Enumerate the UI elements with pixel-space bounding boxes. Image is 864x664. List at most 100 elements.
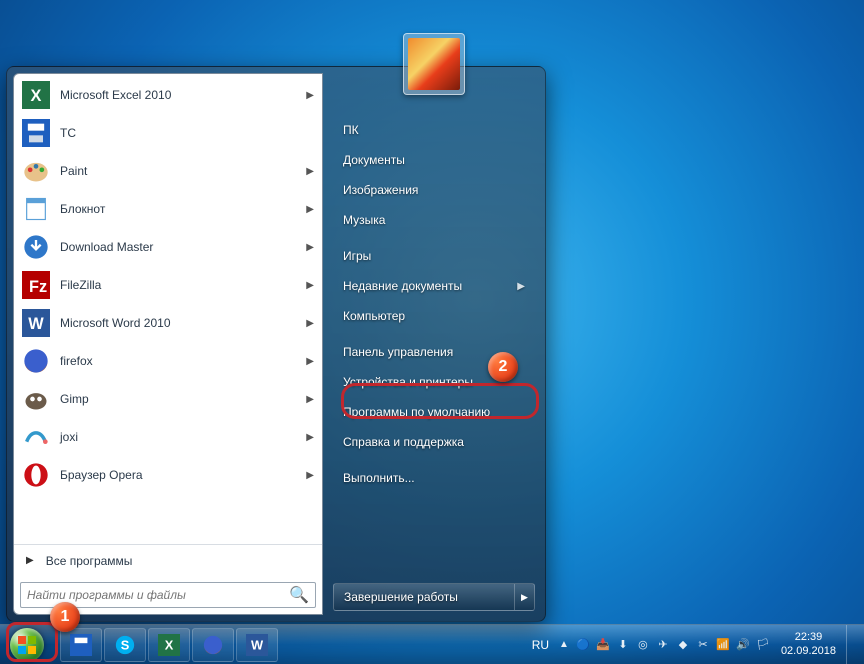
program-item-word[interactable]: W Microsoft Word 2010 ▶ xyxy=(14,304,322,342)
start-menu-left-pane: X Microsoft Excel 2010 ▶ TC Paint ▶ Блок… xyxy=(13,73,323,615)
start-menu: X Microsoft Excel 2010 ▶ TC Paint ▶ Блок… xyxy=(6,66,546,622)
all-programs-label: Все программы xyxy=(46,554,133,568)
right-item-label: Игры xyxy=(343,249,371,263)
svg-text:Fz: Fz xyxy=(29,278,47,296)
right-item-label: Программы по умолчанию xyxy=(343,405,490,419)
tray-joxi-icon[interactable]: ✂ xyxy=(695,637,711,653)
submenu-arrow-icon: ▶ xyxy=(306,318,314,329)
right-item-label: ПК xyxy=(343,123,359,137)
right-item-computer[interactable]: Компьютер xyxy=(333,301,535,331)
svg-text:W: W xyxy=(251,637,264,652)
tray-telegram-icon[interactable]: ✈ xyxy=(655,637,671,653)
tray-volume-icon[interactable]: 🔊 xyxy=(735,637,751,653)
user-avatar[interactable] xyxy=(403,33,465,95)
submenu-arrow-icon: ▶ xyxy=(306,432,314,443)
submenu-arrow-icon: ▶ xyxy=(306,166,314,177)
program-item-gimp[interactable]: Gimp ▶ xyxy=(14,380,322,418)
pinned-apps: S X W xyxy=(60,625,278,664)
right-item-label: Панель управления xyxy=(343,345,453,359)
tray-network-icon[interactable]: 📶 xyxy=(715,637,731,653)
recent-programs-list: X Microsoft Excel 2010 ▶ TC Paint ▶ Блок… xyxy=(14,74,322,544)
program-item-paint[interactable]: Paint ▶ xyxy=(14,152,322,190)
filezilla-icon: Fz xyxy=(22,271,50,299)
right-item-documents[interactable]: Документы xyxy=(333,145,535,175)
program-label: Microsoft Excel 2010 xyxy=(60,88,171,102)
language-indicator[interactable]: RU xyxy=(528,638,553,652)
program-label: Браузер Opera xyxy=(60,468,143,482)
opera-icon xyxy=(22,461,50,489)
tray-overflow-arrow-icon[interactable]: ▲ xyxy=(557,639,571,650)
right-item-control-panel[interactable]: Панель управления xyxy=(333,337,535,367)
search-input[interactable] xyxy=(27,588,283,602)
right-item-pc[interactable]: ПК xyxy=(333,115,535,145)
tray-utorrent-icon[interactable]: 📥 xyxy=(595,637,611,653)
right-item-label: Компьютер xyxy=(343,309,405,323)
taskbar: S X W RU ▲ 🔵 📥 ⬇ ◎ ✈ ◆ ✂ 📶 🔊 🏳 22:39 02.… xyxy=(0,624,864,664)
submenu-arrow-icon: ▶ xyxy=(306,204,314,215)
right-item-music[interactable]: Музыка xyxy=(333,205,535,235)
taskbar-skype[interactable]: S xyxy=(104,628,146,662)
date-text: 02.09.2018 xyxy=(781,645,836,658)
word-icon: W xyxy=(22,309,50,337)
right-item-run[interactable]: Выполнить... xyxy=(333,463,535,493)
save-icon xyxy=(22,119,50,147)
program-label: Paint xyxy=(60,164,87,178)
right-item-label: Выполнить... xyxy=(343,471,415,485)
right-item-recent-documents[interactable]: Недавние документы▶ xyxy=(333,271,535,301)
time-text: 22:39 xyxy=(781,631,836,644)
program-item-download-master[interactable]: Download Master ▶ xyxy=(14,228,322,266)
taskbar-excel[interactable]: X xyxy=(148,628,190,662)
right-item-devices-printers[interactable]: Устройства и принтеры xyxy=(333,367,535,397)
taskbar-firefox[interactable] xyxy=(192,628,234,662)
svg-text:X: X xyxy=(165,637,174,652)
windows-logo-icon xyxy=(10,628,44,662)
program-label: Gimp xyxy=(60,392,89,406)
desktop: X Microsoft Excel 2010 ▶ TC Paint ▶ Блок… xyxy=(0,0,864,664)
right-item-help-support[interactable]: Справка и поддержка xyxy=(333,427,535,457)
tray-skype-icon[interactable]: 🔵 xyxy=(575,637,591,653)
show-desktop-button[interactable] xyxy=(846,625,858,664)
right-item-label: Документы xyxy=(343,153,405,167)
notepad-icon xyxy=(22,195,50,223)
svg-text:S: S xyxy=(121,637,130,652)
tray-app-icon[interactable]: ◆ xyxy=(675,637,691,653)
right-item-pictures[interactable]: Изображения xyxy=(333,175,535,205)
program-label: Блокнот xyxy=(60,202,105,216)
program-item-excel[interactable]: X Microsoft Excel 2010 ▶ xyxy=(14,76,322,114)
shutdown-button[interactable]: Завершение работы ▶ xyxy=(333,583,535,611)
program-label: Microsoft Word 2010 xyxy=(60,316,171,330)
start-button[interactable] xyxy=(0,625,54,664)
tray-nvidia-icon[interactable]: ◎ xyxy=(635,637,651,653)
arrow-right-icon: ▶ xyxy=(26,555,34,566)
submenu-arrow-icon: ▶ xyxy=(306,90,314,101)
tray-download-icon[interactable]: ⬇ xyxy=(615,637,631,653)
program-item-tc[interactable]: TC xyxy=(14,114,322,152)
right-item-games[interactable]: Игры xyxy=(333,241,535,271)
gimp-icon xyxy=(22,385,50,413)
search-box[interactable]: 🔍 xyxy=(20,582,316,608)
right-item-label: Устройства и принтеры xyxy=(343,375,473,389)
submenu-arrow-icon: ▶ xyxy=(306,242,314,253)
program-item-notepad[interactable]: Блокнот ▶ xyxy=(14,190,322,228)
joxi-icon xyxy=(22,423,50,451)
program-item-filezilla[interactable]: Fz FileZilla ▶ xyxy=(14,266,322,304)
submenu-arrow-icon: ▶ xyxy=(517,281,525,292)
taskbar-totalcmd[interactable] xyxy=(60,628,102,662)
right-item-label: Справка и поддержка xyxy=(343,435,464,449)
program-item-opera[interactable]: Браузер Opera ▶ xyxy=(14,456,322,494)
shutdown-label: Завершение работы xyxy=(334,584,514,610)
program-item-joxi[interactable]: joxi ▶ xyxy=(14,418,322,456)
shutdown-options-arrow[interactable]: ▶ xyxy=(514,584,534,610)
program-label: Download Master xyxy=(60,240,153,254)
right-item-default-programs[interactable]: Программы по умолчанию xyxy=(333,397,535,427)
start-menu-right-pane: ПК Документы Изображения Музыка Игры Нед… xyxy=(323,67,545,621)
svg-text:X: X xyxy=(31,87,42,105)
clock[interactable]: 22:39 02.09.2018 xyxy=(775,631,836,657)
download-icon xyxy=(22,233,50,261)
program-item-firefox[interactable]: firefox ▶ xyxy=(14,342,322,380)
tray-action-center-icon[interactable]: 🏳 xyxy=(755,637,771,653)
submenu-arrow-icon: ▶ xyxy=(306,280,314,291)
taskbar-word[interactable]: W xyxy=(236,628,278,662)
all-programs-button[interactable]: ▶ Все программы xyxy=(14,544,322,576)
system-tray: RU ▲ 🔵 📥 ⬇ ◎ ✈ ◆ ✂ 📶 🔊 🏳 22:39 02.09.201… xyxy=(528,625,864,664)
